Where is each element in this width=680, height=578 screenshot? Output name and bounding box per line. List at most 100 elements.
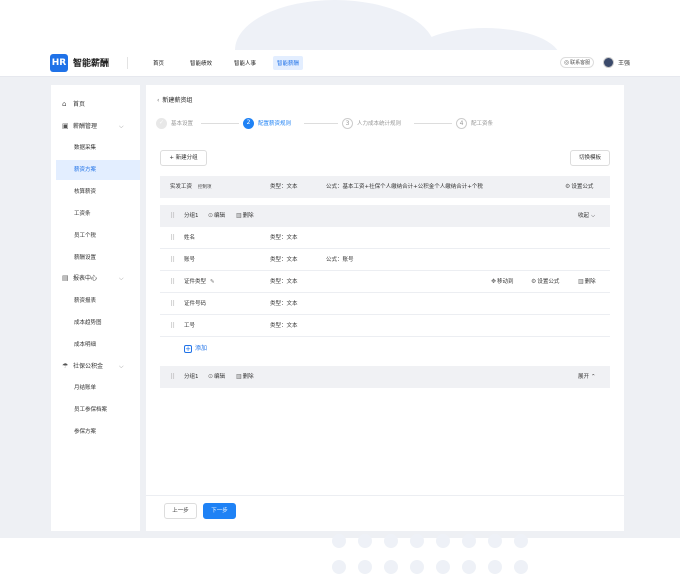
gear-icon: ⚙ xyxy=(565,183,571,190)
sidebar-item-label: 社保公积金 xyxy=(73,363,104,370)
nav-home[interactable]: 首页 xyxy=(149,56,168,70)
sidebar-sub-data-collection[interactable]: 数据采集 xyxy=(56,138,140,158)
delete-field-button[interactable]: ▥删除 xyxy=(578,271,596,293)
summary-row: 实发工资 控制项 类型：文本 公式：基本工资+社保个人缴纳合计+公积金个人缴纳合计… xyxy=(160,176,610,198)
app-logo[interactable]: HR xyxy=(50,54,68,72)
field-type: 类型：文本 xyxy=(270,184,298,190)
edit-icon: ⊙ xyxy=(208,373,214,380)
edit-icon[interactable]: ✎ xyxy=(210,279,215,285)
edit-group-button[interactable]: ⊙编辑 xyxy=(208,205,225,227)
field-type: 类型：文本 xyxy=(270,301,298,307)
move-icon: ✥ xyxy=(491,278,497,285)
field-name: 工号 xyxy=(184,323,196,329)
field-formula: 公式：基本工资+社保个人缴纳合计+公积金个人缴纳合计+个税 xyxy=(326,184,483,190)
sidebar-item-reports[interactable]: ▤ 报表中心 ⌵ xyxy=(51,269,140,289)
decor-dot xyxy=(358,534,372,548)
field-type: 类型：文本 xyxy=(270,257,298,263)
sidebar: ⌂ 首页 ▣ 薪酬管理 ⌵ 数据采集 薪资方案 核算薪资 工资条 员工个税 薪酬设置 … xyxy=(51,85,140,531)
drag-handle-icon[interactable]: ⠿ xyxy=(170,278,176,286)
add-field-button[interactable]: + 添加 xyxy=(184,343,207,353)
drag-handle-icon[interactable]: ⠿ xyxy=(170,212,176,220)
prev-button[interactable]: 上一步 xyxy=(164,503,197,519)
field-type: 类型：文本 xyxy=(270,279,298,285)
breadcrumb[interactable]: ‹ 新建薪资组 xyxy=(157,95,192,104)
sidebar-sub-cost-trend[interactable]: 成本趋势图 xyxy=(56,313,140,333)
headset-icon: ◎ xyxy=(563,59,570,66)
drag-handle-icon[interactable]: ⠿ xyxy=(170,256,176,264)
stepper: ✓ 基本设置 2 配置薪资规则 3 人力成本统计规则 4 配工资条 xyxy=(156,118,616,132)
chevron-down-icon: ⌵ xyxy=(119,363,124,370)
chevron-up-icon: ⌃ xyxy=(591,374,596,380)
group-name: 分组1 xyxy=(184,213,199,219)
drag-handle-icon[interactable]: ⠿ xyxy=(170,322,176,330)
field-type: 类型：文本 xyxy=(270,323,298,329)
step-2-number: 2 xyxy=(243,118,254,129)
nav-performance[interactable]: 智能绩效 xyxy=(186,56,216,70)
sidebar-sub-salary-report[interactable]: 薪资报表 xyxy=(56,291,140,311)
edit-group-button[interactable]: ⊙编辑 xyxy=(208,366,225,388)
trash-icon: ▥ xyxy=(578,278,584,285)
control-tag: 控制项 xyxy=(198,185,212,190)
chevron-left-icon: ‹ xyxy=(157,97,160,104)
decor-dot xyxy=(358,560,372,574)
avatar[interactable] xyxy=(603,57,614,68)
decor-dot xyxy=(410,560,424,574)
sidebar-sub-cost-detail[interactable]: 成本明细 xyxy=(56,335,140,355)
step-connector xyxy=(414,123,452,124)
sidebar-item-label: 薪酬管理 xyxy=(73,123,98,130)
table-row[interactable]: ⠿ 证件类型 ✎ 类型：文本 ✥移动到 ⚙设置公式 ▥删除 xyxy=(160,271,610,293)
field-name: 证件类型 ✎ xyxy=(184,279,215,285)
nav-personnel[interactable]: 智能人事 xyxy=(230,56,260,70)
support-button[interactable]: ◎联系客服 xyxy=(560,57,594,68)
edit-icon: ⊙ xyxy=(208,212,214,219)
drag-handle-icon[interactable]: ⠿ xyxy=(170,234,176,242)
step-3-label: 人力成本统计规则 xyxy=(357,121,402,127)
field-name: 姓名 xyxy=(184,235,196,241)
decor-dot xyxy=(384,560,398,574)
sidebar-sub-tax[interactable]: 员工个税 xyxy=(56,226,140,246)
table-row: ⠿ 账号 类型：文本 公式：账号 xyxy=(160,249,610,271)
collapse-toggle[interactable]: 收起 ⌵ xyxy=(578,205,595,227)
decor-dot xyxy=(332,534,346,548)
support-label: 联系客服 xyxy=(570,60,591,66)
set-formula-button[interactable]: ⚙设置公式 xyxy=(565,176,593,198)
sidebar-item-social-insurance[interactable]: ☂ 社保公积金 ⌵ xyxy=(51,357,140,377)
decor-dot xyxy=(514,560,528,574)
sidebar-sub-insurance-plan[interactable]: 参保方案 xyxy=(56,422,140,442)
drag-handle-icon[interactable]: ⠿ xyxy=(170,300,176,308)
sidebar-sub-calculate[interactable]: 核算薪资 xyxy=(56,182,140,202)
sidebar-sub-payslip[interactable]: 工资条 xyxy=(56,204,140,224)
sidebar-sub-monthly-bill[interactable]: 月结账单 xyxy=(56,378,140,398)
sidebar-sub-salary-plan[interactable]: 薪资方案 xyxy=(56,160,140,180)
drag-handle-icon[interactable]: ⠿ xyxy=(170,373,176,381)
decor-dot xyxy=(410,534,424,548)
group-name: 分组1 xyxy=(184,374,199,380)
home-icon: ⌂ xyxy=(62,100,67,108)
switch-template-button[interactable]: 切换模板 xyxy=(570,150,610,166)
next-button[interactable]: 下一步 xyxy=(203,503,236,519)
decor-dot xyxy=(384,534,398,548)
sidebar-sub-employee-archive[interactable]: 员工参保档案 xyxy=(56,400,140,420)
decor-dots xyxy=(332,534,552,578)
move-to-button[interactable]: ✥移动到 xyxy=(491,271,514,293)
decor-dot xyxy=(488,560,502,574)
expand-toggle[interactable]: 展开 ⌃ xyxy=(578,366,596,388)
step-connector xyxy=(201,123,239,124)
trash-icon: ▥ xyxy=(236,212,242,219)
sidebar-item-salary-management[interactable]: ▣ 薪酬管理 ⌵ xyxy=(51,117,140,137)
group-header: ⠿ 分组1 ⊙编辑 ▥删除 展开 ⌃ xyxy=(160,366,610,388)
decor-dot xyxy=(514,534,528,548)
step-done-icon: ✓ xyxy=(156,118,167,129)
set-formula-button[interactable]: ⚙设置公式 xyxy=(531,271,559,293)
nav-salary[interactable]: 智能薪酬 xyxy=(273,56,304,70)
new-group-button[interactable]: + 新建分组 xyxy=(160,150,207,166)
step-2-label: 配置薪资规则 xyxy=(258,121,292,127)
delete-group-button[interactable]: ▥删除 xyxy=(236,205,254,227)
chevron-down-icon: ⌵ xyxy=(119,123,124,130)
user-name[interactable]: 王强 xyxy=(618,58,630,67)
sidebar-sub-settings[interactable]: 薪酬设置 xyxy=(56,248,140,268)
sidebar-item-home[interactable]: ⌂ 首页 xyxy=(51,95,140,115)
delete-group-button[interactable]: ▥删除 xyxy=(236,366,254,388)
field-name: 账号 xyxy=(184,257,196,263)
step-3-number: 3 xyxy=(342,118,353,129)
